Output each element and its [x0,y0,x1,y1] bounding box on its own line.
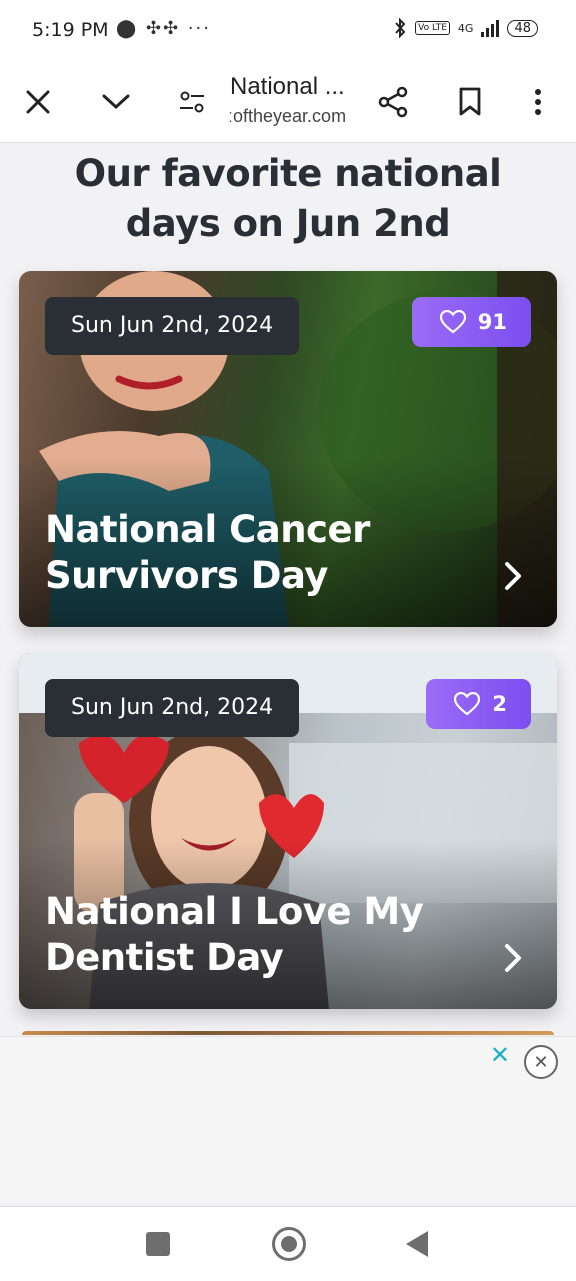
volte-badge: Vo LTE [415,21,450,35]
battery-icon: 48 [507,19,538,37]
network-type: 4G [457,21,474,35]
section-heading: Our favorite national days on Jun 2nd [74,152,502,245]
chevron-right-icon[interactable] [503,943,523,973]
page-settings-icon[interactable] [172,82,212,122]
ad-banner[interactable]: ✕ ✕ [0,1036,576,1203]
date-badge: Sun Jun 2nd, 2024 [45,297,300,355]
ad-close-button[interactable]: ✕ [524,1045,558,1079]
card-title[interactable]: National I Love My Dentist Day [45,889,485,981]
ad-choices-icon[interactable]: ✕ [490,1041,510,1069]
bookmark-icon[interactable] [450,82,490,122]
status-right: Vo LTE 4G 48 [393,18,538,38]
back-button[interactable] [406,1231,428,1257]
status-bar: 5:19 PM ⬤ ✣✣ ··· Vo LTE 4G 48 [0,0,576,62]
card-title[interactable]: National Cancer Survivors Day [45,507,485,599]
national-day-card[interactable]: Sun Jun 2nd, 2024 2 National I Love My D… [19,653,557,1009]
page-title: National ... [230,73,345,100]
page-url[interactable]: ːoftheyear.com [228,106,346,127]
chevron-down-icon[interactable] [96,82,136,122]
date-badge: Sun Jun 2nd, 2024 [45,679,300,737]
status-time: 5:19 PM [32,19,109,41]
close-icon[interactable] [18,82,58,122]
heart-icon [439,310,466,334]
home-icon [281,1236,297,1252]
heart-icon [454,692,481,716]
browser-toolbar: National ... ːoftheyear.com [0,62,576,143]
next-card-peek [22,1031,554,1035]
share-icon[interactable] [373,82,413,122]
like-button[interactable]: 91 [411,297,531,347]
chevron-right-icon[interactable] [503,561,523,591]
system-nav-bar [0,1206,576,1281]
like-button[interactable]: 2 [426,679,531,729]
more-options-icon[interactable] [518,82,558,122]
notification-icons: ⬤ ✣✣ ··· [116,18,211,39]
like-count: 2 [492,692,507,716]
national-day-card[interactable]: Sun Jun 2nd, 2024 91 National Cancer Sur… [19,271,557,627]
recents-button[interactable] [146,1232,170,1256]
home-button[interactable] [272,1227,306,1261]
like-count: 91 [477,310,507,334]
signal-icon [481,19,500,37]
page-content: Our favorite national days on Jun 2nd Su… [0,143,576,1035]
close-icon: ✕ [533,1051,549,1073]
bluetooth-icon [395,18,406,38]
